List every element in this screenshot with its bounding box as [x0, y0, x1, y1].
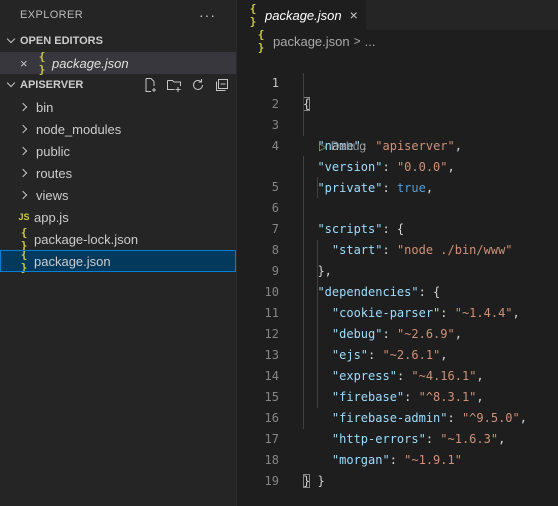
codelens-debug[interactable]: ▷ Debug	[237, 136, 558, 156]
tree-item-label: views	[36, 187, 69, 203]
code-line: 17 }	[237, 408, 558, 488]
chevron-right-icon	[18, 165, 34, 181]
json-file-icon: { }	[38, 50, 46, 76]
tab-package-json[interactable]: { } package.json ×	[237, 0, 366, 30]
tree-folder[interactable]: bin	[0, 96, 236, 118]
open-editors-title: OPEN EDITORS	[20, 35, 103, 47]
chevron-right-icon	[18, 99, 34, 115]
tree-item-label: app.js	[34, 209, 69, 225]
code-line: 10 "debug": "~2.6.9",	[237, 261, 558, 341]
code-line: 7 },	[237, 198, 558, 278]
tab-bar: { } package.json ×	[237, 0, 558, 30]
tree-file[interactable]: JS app.js	[0, 206, 236, 228]
more-actions-icon[interactable]: ···	[199, 7, 216, 23]
open-editors-section-header[interactable]: OPEN EDITORS	[0, 30, 236, 52]
tree-item-label: package.json	[34, 253, 111, 269]
breadcrumb-more[interactable]: ...	[365, 34, 376, 49]
project-section-header[interactable]: APISERVER	[0, 74, 236, 96]
code-line: 6 "start": "node ./bin/www"	[237, 177, 558, 257]
chevron-right-icon	[18, 143, 34, 159]
line-number: 19	[264, 474, 279, 488]
breadcrumb: { } package.json > ...	[237, 28, 558, 54]
tree-folder[interactable]: node_modules	[0, 118, 236, 140]
chevron-right-icon	[18, 187, 34, 203]
code-line: 16 "morgan": "~1.9.1"	[237, 387, 558, 467]
codelens-label: Debug	[330, 139, 367, 153]
code-line: 15 "http-errors": "~1.6.3",	[237, 366, 558, 446]
code-line: 12 "express": "~4.16.1",	[237, 303, 558, 383]
refresh-icon[interactable]	[190, 77, 206, 93]
tree-item-label: package-lock.json	[34, 231, 139, 247]
play-icon: ▷	[319, 142, 327, 153]
tab-label: package.json	[265, 7, 342, 23]
json-file-icon: { }	[20, 248, 28, 274]
tree-item-label: routes	[36, 165, 73, 181]
explorer-sidebar: EXPLORER ··· OPEN EDITORS × { } package.…	[0, 0, 237, 506]
tree-folder[interactable]: public	[0, 140, 236, 162]
js-file-icon: JS	[18, 212, 30, 222]
close-icon[interactable]: ×	[20, 56, 36, 71]
tree-folder[interactable]: views	[0, 184, 236, 206]
chevron-right-icon	[18, 121, 34, 137]
code-line: 5 "scripts": {	[237, 156, 558, 236]
tree-file[interactable]: { } package-lock.json	[0, 226, 236, 252]
code-line: 19	[237, 450, 558, 488]
collapse-all-icon[interactable]	[214, 77, 230, 93]
code-line: 3 "version": "0.0.0",	[237, 94, 558, 174]
code-line: 1 {	[237, 52, 558, 111]
chevron-down-icon	[4, 77, 20, 93]
tree-item-label: bin	[36, 99, 54, 115]
code-line: 9 "cookie-parser": "~1.4.4",	[237, 240, 558, 320]
breadcrumb-file[interactable]: package.json	[273, 34, 350, 49]
editor-pane: { } package.json × { } package.json > ..…	[237, 0, 558, 506]
tree-item-label: public	[36, 143, 70, 159]
tree-file-selected[interactable]: { } package.json	[0, 248, 236, 274]
open-editor-name: package.json	[52, 55, 129, 71]
code-line: 8 "dependencies": {	[237, 219, 558, 299]
code-line: 11 "ejs": "~2.6.1",	[237, 282, 558, 362]
code-line: 4 "private": true,	[237, 115, 558, 195]
code-line: 18 }	[237, 429, 558, 488]
new-folder-icon[interactable]	[166, 77, 182, 93]
open-editor-item[interactable]: × { } package.json	[0, 50, 236, 76]
new-file-icon[interactable]	[142, 77, 158, 93]
breadcrumb-separator: >	[353, 34, 361, 48]
json-file-icon: { }	[257, 28, 265, 54]
explorer-header: EXPLORER ···	[0, 0, 236, 30]
close-icon[interactable]: ×	[350, 7, 358, 23]
code-area[interactable]: 1 { 2 "name": "apiserver", 3 "version": …	[237, 52, 558, 488]
chevron-down-icon	[4, 33, 20, 49]
code-line: 14 "firebase-admin": "^9.5.0",	[237, 345, 558, 425]
explorer-title: EXPLORER	[20, 9, 84, 21]
code-line: 13 "firebase": "^8.3.1",	[237, 324, 558, 404]
tree-folder[interactable]: routes	[0, 162, 236, 184]
tree-item-label: node_modules	[36, 121, 122, 137]
json-file-icon: { }	[249, 2, 257, 28]
project-title: APISERVER	[20, 79, 84, 91]
code-line: 2 "name": "apiserver",	[237, 73, 558, 153]
